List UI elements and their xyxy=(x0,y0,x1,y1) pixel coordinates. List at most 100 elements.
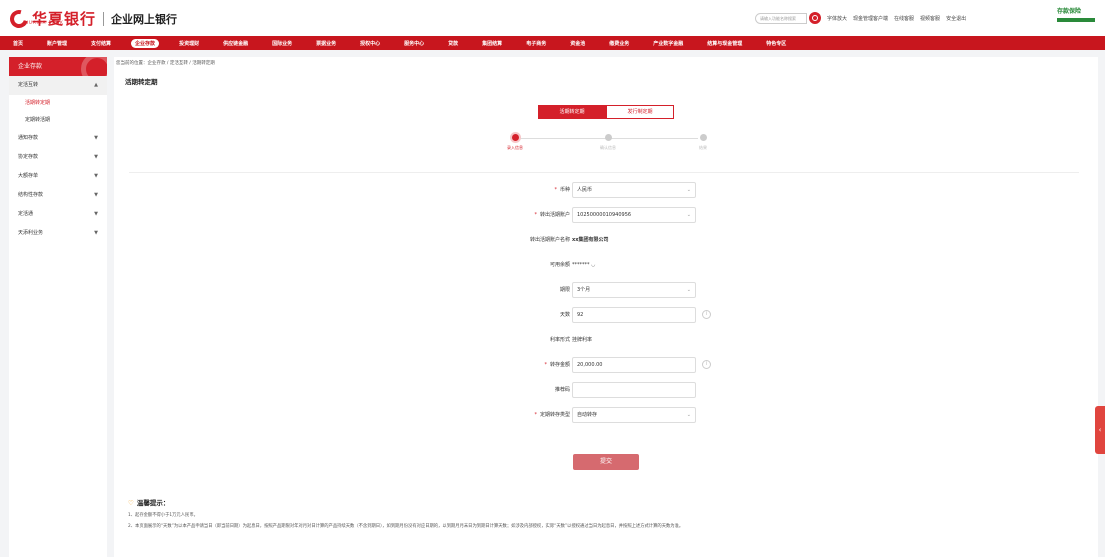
referral-label: 推荐码 xyxy=(554,387,570,393)
sidebar-subitem-demand-to-time[interactable]: 活期转定期 xyxy=(9,95,107,112)
nav-investment[interactable]: 投资理财 xyxy=(175,39,203,48)
chevron-down-icon: ▼ xyxy=(94,192,98,198)
sidebar-item-label: 结构性存款 xyxy=(18,192,44,198)
rate-value: 挂牌利率 xyxy=(572,337,593,343)
video-service-link[interactable]: 视频客服 xyxy=(920,15,940,22)
tab-demand-to-time[interactable]: 活期转定期 xyxy=(538,105,606,119)
referral-code-field[interactable] xyxy=(572,382,696,398)
nav-ecommerce[interactable]: 电子商务 xyxy=(522,39,550,48)
nav-payments[interactable]: 支付结算 xyxy=(87,39,115,48)
account-label-text: 转出活期账户 xyxy=(539,212,570,218)
nav-home[interactable]: 首页 xyxy=(9,39,27,48)
cash-mgmt-client-link[interactable]: 现金管理客户端 xyxy=(853,15,888,22)
tips-heading: ♡ 温馨提示： xyxy=(128,497,1088,507)
currency-label-text: 币种 xyxy=(559,187,570,193)
chevron-down-icon: ⌄ xyxy=(686,212,691,218)
form-row-account-name: 转出活期账户名称 xx集团有限公司 xyxy=(414,232,834,248)
account-select[interactable]: 10250000010940956 ⌄ xyxy=(572,207,696,223)
sidebar-item-label: 定活互转 xyxy=(18,82,39,88)
sidebar-item-structured-deposit[interactable]: 结构性存款 ▼ xyxy=(9,186,107,205)
required-mark: * xyxy=(534,212,537,218)
term-label: 期限 xyxy=(559,287,570,293)
bank-logo[interactable]: 华夏银行 企业网上银行 xyxy=(6,6,177,31)
sidebar-item-tiantianli[interactable]: 天添利业务 ▼ xyxy=(9,224,107,243)
tip-line-1: 1、起存金额不得小于1万元人民币。 xyxy=(128,513,198,518)
logo-divider xyxy=(103,11,105,26)
nav-loans[interactable]: 贷款 xyxy=(444,39,462,48)
nav-supply-chain[interactable]: 供应链金融 xyxy=(219,39,252,48)
sidebar-item-time-demand-transfer[interactable]: 定活互转 ▲ xyxy=(9,76,107,95)
online-service-link[interactable]: 在线客服 xyxy=(894,15,914,22)
nav-accounts[interactable]: 账户管理 xyxy=(43,39,71,48)
collapse-panel-tab[interactable]: ‹ xyxy=(1095,406,1105,454)
balance-label: 可用余额 xyxy=(549,262,570,268)
deposit-insurance-label: 存款保险 xyxy=(1057,8,1082,15)
deposit-insurance-bar xyxy=(1057,18,1095,22)
tip-line-2: 2、本页面展示的“天数”为以本产品申请当日（即当前日期）为起息日，按照产品期限对… xyxy=(128,524,684,529)
sidebar-item-dinghuotong[interactable]: 定活通 ▼ xyxy=(9,205,107,224)
submit-button[interactable]: 提交 xyxy=(573,454,639,470)
logout-link[interactable]: 安全退出 xyxy=(946,15,966,22)
sidebar-subitem-time-to-demand[interactable]: 定期转活期 xyxy=(9,112,107,129)
nav-deposits[interactable]: 企业存款 xyxy=(131,38,160,48)
nav-group-settlement[interactable]: 集团结算 xyxy=(478,39,506,48)
sidebar-item-label: 大额存单 xyxy=(18,173,39,179)
currency-select[interactable]: 人民币 ⌄ xyxy=(572,182,696,198)
sidebar-item-large-cd[interactable]: 大额存单 ▼ xyxy=(9,167,107,186)
eye-closed-icon[interactable]: ◡ xyxy=(591,262,595,268)
main-panel: 您当前的位置：企业存款 / 定活互转 / 活期转定期 活期转定期 活期转定期 发… xyxy=(114,57,1098,557)
form-row-currency: * 币种 人民币 ⌄ xyxy=(414,182,834,198)
form-row-rate: 利率形式 挂牌利率 xyxy=(414,332,834,348)
account-name-value: xx集团有限公司 xyxy=(572,237,609,243)
lightbulb-icon: ♡ xyxy=(128,499,134,507)
step-2-dot xyxy=(605,134,612,141)
sidebar-item-label: 定活通 xyxy=(18,211,34,217)
chevron-down-icon: ▼ xyxy=(94,173,98,179)
nav-special-zone[interactable]: 特色专区 xyxy=(762,39,790,48)
required-mark: * xyxy=(544,362,547,368)
days-field[interactable]: 92 xyxy=(572,307,696,323)
tab-issued-time-deposit[interactable]: 发行制定期 xyxy=(606,105,674,119)
nav-bills[interactable]: 票据业务 xyxy=(312,39,340,48)
nav-international[interactable]: 国际业务 xyxy=(268,39,296,48)
nav-digital-finance[interactable]: 产业数字金融 xyxy=(649,39,687,48)
nav-fee-payment[interactable]: 缴费业务 xyxy=(605,39,633,48)
nav-cash-pool[interactable]: 资金池 xyxy=(566,39,589,48)
nav-authorization[interactable]: 授权中心 xyxy=(356,39,384,48)
mode-tabs: 活期转定期 发行制定期 xyxy=(538,105,674,119)
nav-service[interactable]: 服务中心 xyxy=(400,39,428,48)
nav-cash-management[interactable]: 结算与现金管理 xyxy=(703,39,746,48)
step-3-label: 结果 xyxy=(699,145,707,150)
sidebar-item-label: 通知存款 xyxy=(18,135,39,141)
required-mark: * xyxy=(534,412,537,418)
account-value: 10250000010940956 xyxy=(577,212,632,218)
form-row-amount: * 转存金额 20,000.00 i xyxy=(414,357,834,373)
balance-value-row: ******* ◡ xyxy=(572,257,595,273)
form-row-days: 天数 92 i xyxy=(414,307,834,323)
renew-type-select[interactable]: 自动转存 ⌄ xyxy=(572,407,696,423)
sidebar-item-notice-deposit[interactable]: 通知存款 ▼ xyxy=(9,129,107,148)
tips-title: 温馨提示： xyxy=(136,499,170,507)
rate-label: 利率形式 xyxy=(549,337,570,343)
account-label: * 转出活期账户 xyxy=(534,207,570,223)
font-enlarge-link[interactable]: 字体放大 xyxy=(827,15,847,22)
chevron-down-icon: ⌄ xyxy=(686,287,691,293)
tips-section: ♡ 温馨提示： 1、起存金额不得小于1万元人民币。 2、本页面展示的“天数”为以本… xyxy=(128,497,1088,529)
sidebar-title: 企业存款 xyxy=(9,57,107,76)
function-search-input[interactable]: 请输入功能名称搜索 xyxy=(755,12,807,24)
amount-field[interactable]: 20,000.00 xyxy=(572,357,696,373)
currency-label: * 币种 xyxy=(554,182,570,198)
sidebar-item-agreement-deposit[interactable]: 协定存款 ▼ xyxy=(9,148,107,167)
days-label: 天数 xyxy=(559,312,570,318)
top-header: 华夏银行 企业网上银行 HUAXIA BANK 请输入功能名称搜索 字体放大 现… xyxy=(0,0,1105,36)
sidebar-item-label: 协定存款 xyxy=(18,154,39,160)
header-tools: 请输入功能名称搜索 字体放大 现金管理客户端 在线客服 视频客服 安全退出 xyxy=(755,12,966,24)
amount-label: * 转存金额 xyxy=(544,357,570,373)
bank-logo-icon xyxy=(6,6,32,31)
chevron-down-icon: ▼ xyxy=(94,154,98,160)
term-select[interactable]: 3个月 ⌄ xyxy=(572,282,696,298)
page-title: 活期转定期 xyxy=(125,78,158,86)
info-icon[interactable]: i xyxy=(702,310,711,319)
search-icon[interactable] xyxy=(809,12,821,24)
info-icon[interactable]: i xyxy=(702,360,711,369)
